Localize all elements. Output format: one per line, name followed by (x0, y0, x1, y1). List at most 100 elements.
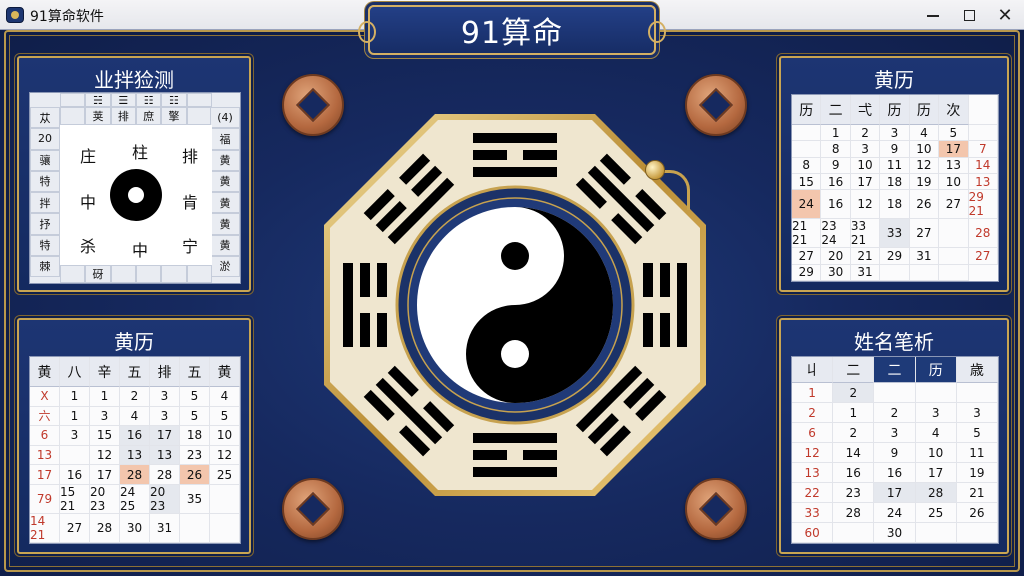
calendar-day-cell[interactable]: 31 (850, 264, 881, 281)
calendar-day-cell[interactable]: 六 (30, 406, 60, 427)
calendar-day-cell[interactable]: 24 25 (120, 485, 150, 514)
calendar-day-cell[interactable] (792, 125, 822, 142)
calendar-day-cell[interactable]: 2 (792, 403, 834, 423)
calendar-day-cell[interactable]: 19 (909, 174, 940, 191)
calendar-day-cell[interactable]: 5 (180, 406, 210, 427)
calendar-day-cell[interactable]: 16 (120, 426, 150, 446)
calendar-day-cell[interactable]: 13 (30, 445, 60, 466)
calendar-day-cell[interactable]: 10 (909, 141, 940, 158)
calendar-day-cell[interactable] (956, 383, 998, 403)
calendar-day-cell[interactable]: 5 (210, 406, 240, 427)
calendar-day-cell[interactable]: 28 (833, 503, 875, 523)
calendar-day-cell[interactable]: 27 (792, 248, 822, 265)
calendar-day-cell[interactable]: 16 (833, 463, 875, 483)
calendar-day-cell[interactable]: 28 (120, 465, 150, 485)
calendar-day-cell[interactable]: 4 (210, 387, 240, 407)
calendar-day-cell[interactable]: 9 (874, 443, 916, 463)
calendar-day-cell[interactable] (968, 125, 998, 142)
calendar-day-cell[interactable]: 31 (150, 514, 180, 543)
calendar-day-cell[interactable] (939, 248, 969, 265)
calendar-day-cell[interactable]: 20 23 (150, 485, 180, 514)
calendar-day-cell[interactable]: 17 (939, 141, 969, 158)
calendar-day-cell[interactable]: 26 (956, 503, 998, 523)
calendar-day-cell[interactable]: 10 (210, 426, 240, 446)
calendar-day-cell[interactable]: 10 (939, 174, 969, 191)
calendar-day-cell[interactable]: 27 (968, 248, 998, 265)
calendar-day-cell[interactable]: 26 (909, 190, 940, 220)
calendar-day-cell[interactable] (180, 514, 210, 543)
calendar-day-cell[interactable]: 5 (956, 423, 998, 443)
calendar-day-cell[interactable]: 24 (792, 190, 822, 220)
calendar-day-cell[interactable]: 1 (60, 406, 90, 427)
calendar-day-cell[interactable]: 2 (874, 403, 916, 423)
calendar-day-cell[interactable]: 1 (792, 383, 834, 403)
calendar-day-cell[interactable]: 17 (850, 174, 881, 191)
calendar-day-cell[interactable]: 12 (210, 445, 240, 466)
calendar-day-cell[interactable]: 17 (90, 465, 120, 485)
calendar-day-cell[interactable] (915, 523, 957, 543)
calendar-day-cell[interactable]: 3 (956, 403, 998, 423)
calendar-day-cell[interactable]: 2 (120, 387, 150, 407)
calendar-day-cell[interactable]: 13 (120, 445, 150, 466)
calendar-day-cell[interactable]: 13 (150, 445, 180, 466)
calendar-day-cell[interactable] (833, 523, 875, 543)
calendar-day-cell[interactable] (210, 514, 240, 543)
calendar-day-cell[interactable]: 3 (60, 426, 90, 446)
calendar-day-cell[interactable]: X (30, 387, 60, 407)
calendar-day-cell[interactable]: 21 (956, 483, 998, 503)
calendar-day-cell[interactable]: 4 (909, 125, 940, 142)
calendar-day-cell[interactable]: 11 (956, 443, 998, 463)
calendar-day-cell[interactable]: 9 (821, 157, 851, 174)
calendar-day-cell[interactable]: 1 (833, 403, 875, 423)
calendar-day-cell[interactable]: 1 (60, 387, 90, 407)
calendar-day-cell[interactable]: 18 (880, 190, 910, 220)
calendar-day-cell[interactable]: 25 (915, 503, 957, 523)
calendar-day-cell[interactable]: 4 (120, 406, 150, 427)
calendar-day-cell[interactable]: 30 (874, 523, 916, 543)
calendar-day-cell[interactable]: 79 (30, 485, 60, 514)
calendar-day-cell[interactable] (880, 264, 910, 281)
calendar-day-cell[interactable]: 15 (90, 426, 120, 446)
calendar-day-cell[interactable]: 21 21 (792, 219, 822, 249)
calendar-day-cell[interactable] (60, 445, 90, 466)
calendar-day-cell[interactable] (915, 383, 957, 403)
calendar-day-cell[interactable]: 24 (874, 503, 916, 523)
calendar-day-cell[interactable]: 16 (874, 463, 916, 483)
calendar-day-cell[interactable]: 20 (821, 248, 851, 265)
calendar-day-cell[interactable]: 17 (874, 483, 916, 503)
calendar-day-cell[interactable]: 5 (180, 387, 210, 407)
calendar-day-cell[interactable] (956, 523, 998, 543)
calendar-day-cell[interactable]: 3 (880, 125, 910, 142)
calendar-day-cell[interactable]: 15 (792, 174, 822, 191)
calendar-day-cell[interactable]: 27 (939, 190, 969, 220)
calendar-day-cell[interactable]: 14 (968, 157, 998, 174)
calendar-day-cell[interactable]: 2 (833, 423, 875, 443)
calendar-day-cell[interactable]: 12 (90, 445, 120, 466)
calendar-day-cell[interactable] (939, 264, 969, 281)
calendar-day-cell[interactable]: 23 24 (821, 219, 851, 249)
calendar-day-cell[interactable]: 13 (968, 174, 998, 191)
calendar-day-cell[interactable]: 33 21 (850, 219, 881, 249)
calendar-day-cell[interactable]: 23 (180, 445, 210, 466)
calendar-day-cell[interactable]: 16 (60, 465, 90, 485)
calendar-day-cell[interactable] (210, 485, 240, 514)
calendar-day-cell[interactable]: 4 (915, 423, 957, 443)
calendar-day-cell[interactable]: 27 (60, 514, 90, 543)
calendar-day-cell[interactable]: 10 (850, 157, 881, 174)
close-button[interactable]: ✕ (986, 0, 1024, 30)
calendar-day-cell[interactable]: 15 21 (60, 485, 90, 514)
calendar-day-cell[interactable]: 33 (792, 503, 834, 523)
maximize-button[interactable] (950, 0, 988, 30)
calendar-day-cell[interactable]: 31 (909, 248, 940, 265)
calendar-day-cell[interactable]: 3 (90, 406, 120, 427)
minimize-button[interactable] (914, 0, 952, 30)
calendar-day-cell[interactable]: 33 (880, 219, 910, 249)
calendar-day-cell[interactable]: 22 (792, 483, 834, 503)
calendar-day-cell[interactable] (968, 95, 998, 125)
calendar-day-cell[interactable]: 7 (968, 141, 998, 158)
calendar-day-cell[interactable]: 8 (792, 157, 822, 174)
calendar-day-cell[interactable] (939, 219, 969, 249)
calendar-day-cell[interactable]: 29 (792, 264, 822, 281)
calendar-day-cell[interactable] (909, 264, 940, 281)
calendar-day-cell[interactable]: 16 (821, 190, 851, 220)
